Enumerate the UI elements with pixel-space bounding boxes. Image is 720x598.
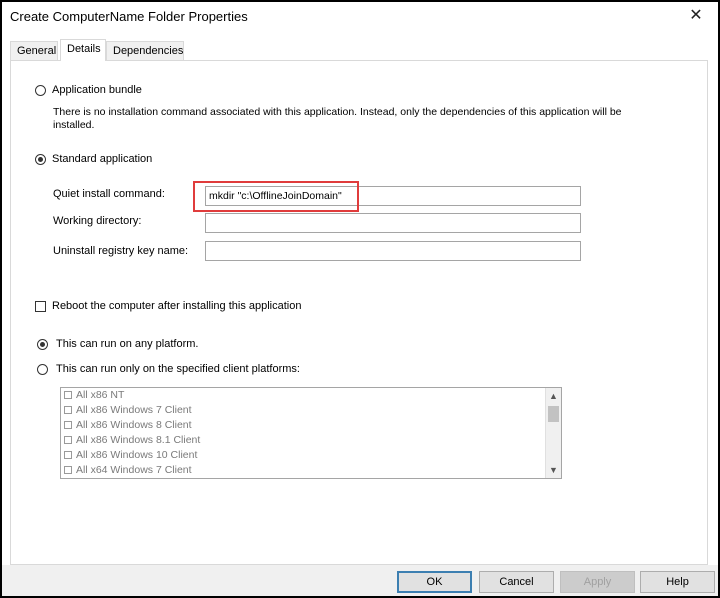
reboot-checkbox[interactable] [35,301,46,312]
tab-dependencies[interactable]: Dependencies [106,41,184,60]
scrollbar-thumb[interactable] [548,406,559,422]
working-dir-field[interactable] [205,213,581,233]
standard-app-radio[interactable] [35,154,46,165]
checkbox-icon [64,421,72,429]
app-bundle-description: There is no installation command associa… [53,106,622,131]
platform-list: All x86 NT All x86 Windows 7 Client All … [60,387,562,479]
button-bar: OK Cancel Apply Help [2,565,718,596]
platform-label: All x86 Windows 7 Client [76,404,192,416]
chevron-down-icon[interactable]: ▼ [546,463,561,477]
any-platform-label: This can run on any platform. [56,338,199,350]
ok-button[interactable]: OK [397,571,472,593]
app-bundle-radio[interactable] [35,85,46,96]
checkbox-icon [64,391,72,399]
details-panel [10,60,708,565]
platform-label: All x86 Windows 8 Client [76,419,192,431]
platform-label: All x86 NT [76,389,125,401]
window-title: Create ComputerName Folder Properties [10,9,248,24]
title-bar: Create ComputerName Folder Properties ✕ [2,2,718,32]
specified-platforms-radio[interactable] [37,364,48,375]
list-scrollbar[interactable]: ▲ ▼ [545,388,561,478]
checkbox-icon [64,451,72,459]
working-dir-label: Working directory: [53,215,142,227]
list-item[interactable]: All x86 Windows 8 Client [64,418,192,433]
platform-label: All x86 Windows 8.1 Client [76,434,201,446]
tab-details[interactable]: Details [60,39,106,61]
apply-button[interactable]: Apply [560,571,635,593]
close-icon[interactable]: ✕ [686,6,706,26]
uninstall-key-field[interactable] [205,241,581,261]
list-item[interactable]: All x86 NT [64,388,124,403]
checkbox-icon [64,436,72,444]
list-item[interactable]: All x86 Windows 10 Client [64,448,197,463]
checkbox-icon [64,406,72,414]
standard-app-label: Standard application [52,153,153,165]
tab-general[interactable]: General [10,41,58,60]
reboot-label: Reboot the computer after installing thi… [52,300,302,312]
checkbox-icon [64,466,72,474]
platform-label: All x64 Windows 7 Client [76,464,192,476]
platform-label: All x86 Windows 10 Client [76,449,198,461]
quiet-install-label: Quiet install command: [53,188,165,200]
highlight-box [193,181,359,212]
list-item[interactable]: All x64 Windows 7 Client [64,463,192,478]
cancel-button[interactable]: Cancel [479,571,554,593]
list-item[interactable]: All x86 Windows 7 Client [64,403,192,418]
chevron-up-icon[interactable]: ▲ [546,389,561,403]
uninstall-key-label: Uninstall registry key name: [53,245,189,257]
app-bundle-label: Application bundle [52,84,142,96]
help-button[interactable]: Help [640,571,715,593]
any-platform-radio[interactable] [37,339,48,350]
list-item[interactable]: All x86 Windows 8.1 Client [64,433,200,448]
properties-dialog: Create ComputerName Folder Properties ✕ … [2,2,718,596]
specified-platforms-label: This can run only on the specified clien… [56,363,300,375]
tab-strip: General Details Dependencies [10,39,710,61]
